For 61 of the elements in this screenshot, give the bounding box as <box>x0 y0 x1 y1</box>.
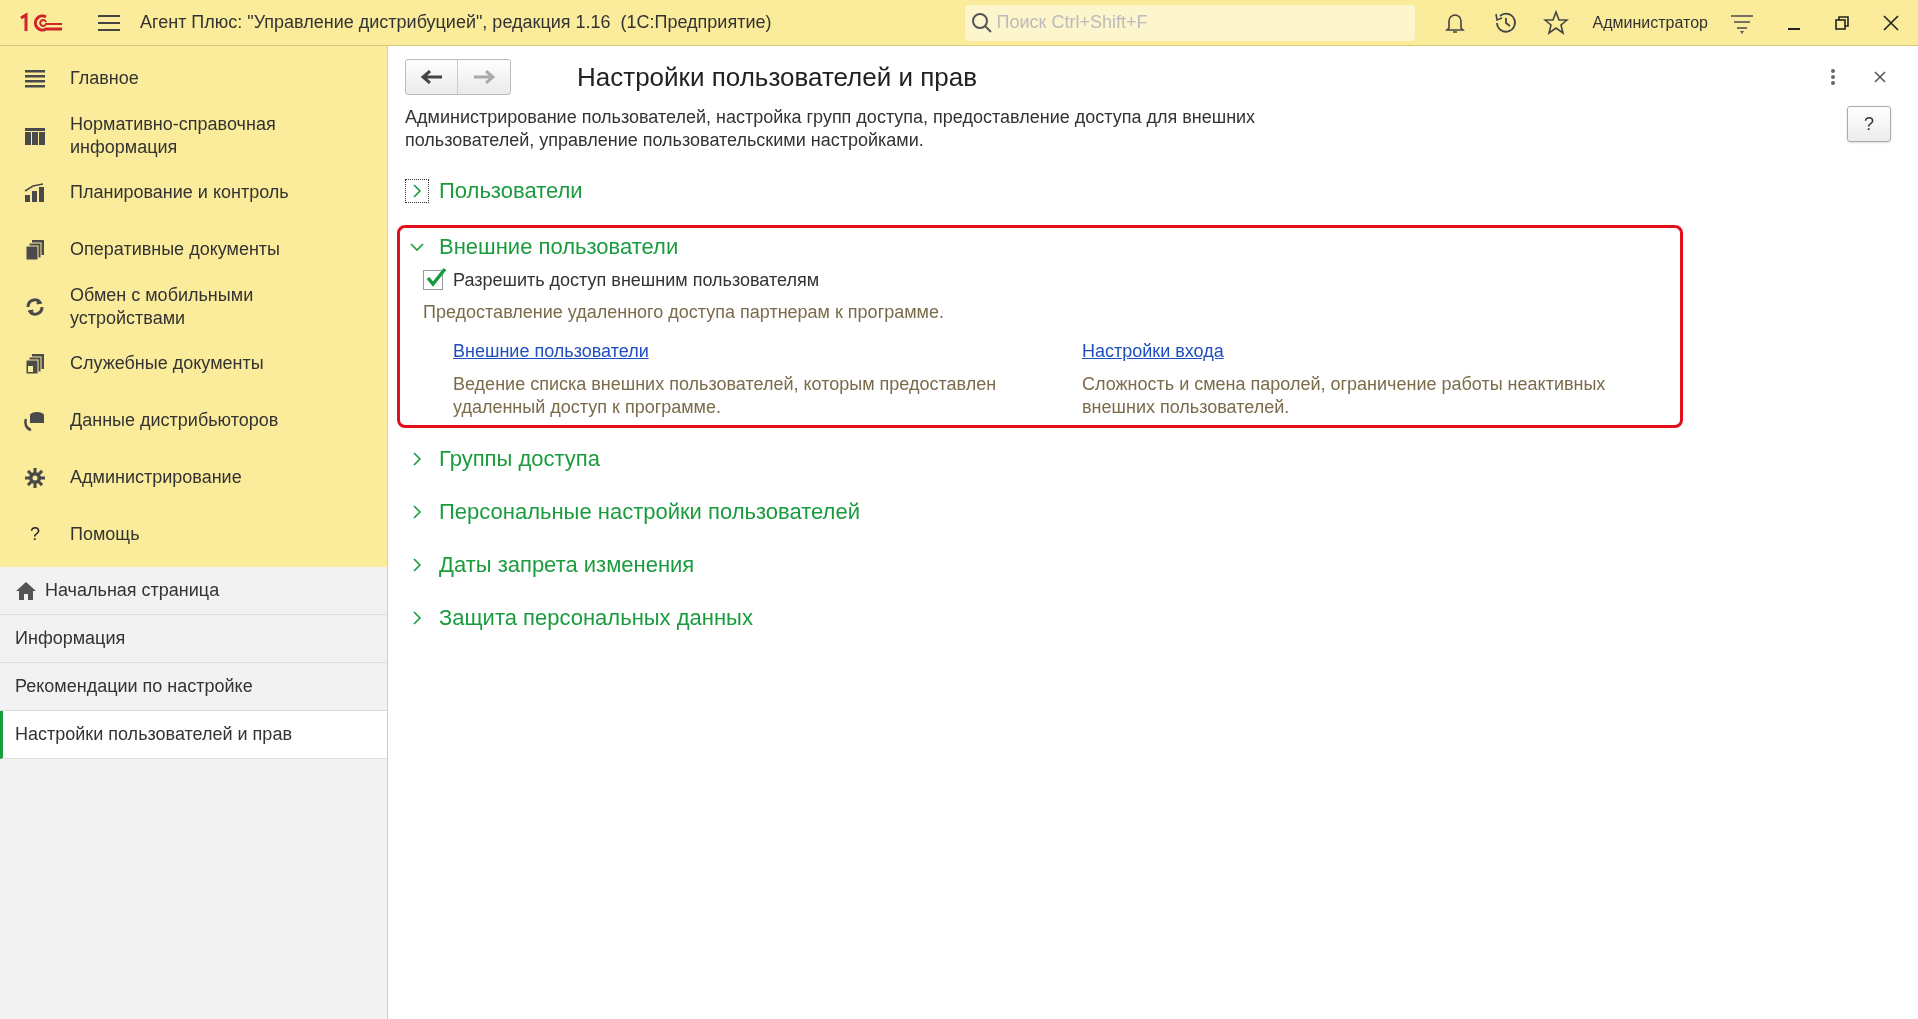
section-menu-item[interactable]: Планирование и контроль <box>0 164 387 221</box>
open-page-tab[interactable]: Настройки пользователей и прав <box>0 711 387 759</box>
group-note: Предоставление удаленного доступа партнерам к программе. <box>423 301 945 324</box>
right-arrow-icon <box>473 70 495 84</box>
section-menu-label: Обмен с мобильными устройствами <box>70 283 255 330</box>
form-title: Настройки пользователей и прав <box>577 60 978 94</box>
more-icon[interactable] <box>1830 68 1836 86</box>
help-glyph: ? <box>30 523 40 546</box>
help-button[interactable]: ? <box>1847 106 1891 142</box>
section-menu-label: Планирование и контроль <box>70 181 290 204</box>
menu-icon[interactable] <box>98 13 120 32</box>
settings-icon <box>23 465 47 490</box>
checkbox-row[interactable]: Разрешить доступ внешним пользователям <box>423 265 1675 295</box>
star-icon[interactable] <box>1542 9 1569 36</box>
section-menu-label: Служебные документы <box>70 352 265 375</box>
group-header[interactable]: Даты запрета изменения <box>405 546 695 583</box>
section-menu-item[interactable]: Главное <box>0 50 387 107</box>
section-menu-label: Оперативные документы <box>70 238 282 261</box>
open-page-tab[interactable]: Информация <box>0 615 387 663</box>
group-header[interactable]: Внешние пользователи <box>405 228 679 265</box>
link-description: Сложность и смена паролей, ограничение работы неактивных внешних пользователей. <box>1082 373 1607 419</box>
section-menu-item[interactable]: Нормативно-справочная информация <box>0 107 387 164</box>
section-menu-label: Нормативно-справочная информация <box>70 112 277 159</box>
window-title: Агент Плюс: "Управление дистрибуцией", редакция 1.16 (1С:Предприятие) <box>140 11 772 34</box>
section-menu-label: Помощь <box>70 523 141 546</box>
checkmark-icon <box>425 267 447 289</box>
chevron-right-icon <box>410 183 424 198</box>
section-menu-label: Данные дистрибьюторов <box>70 409 280 432</box>
search-field[interactable]: Поиск Ctrl+Shift+F <box>964 4 1415 41</box>
chevron-right-icon <box>410 610 424 625</box>
chevron-right-icon <box>410 451 424 466</box>
search-icon <box>970 11 993 34</box>
left-arrow-icon <box>420 70 443 84</box>
settings-link[interactable]: Настройки входа <box>1082 338 1224 365</box>
chevron-right-icon <box>410 504 424 519</box>
chevron-right-icon <box>410 557 424 572</box>
section-menu-item[interactable]: Обмен с мобильными устройствами <box>0 278 387 335</box>
section-menu-item[interactable]: ? Помощь <box>0 506 387 563</box>
section-menu-item[interactable]: Служебные документы <box>0 335 387 392</box>
bar-chart-icon <box>23 180 47 205</box>
open-page-tab[interactable]: Начальная страница <box>0 567 387 615</box>
close-icon[interactable] <box>1882 13 1900 32</box>
section-menu-item[interactable]: Оперативные документы <box>0 221 387 278</box>
documents-icon <box>23 237 47 262</box>
section-menu-label: Администрирование <box>70 466 243 489</box>
restore-icon[interactable] <box>1834 14 1850 31</box>
group-header[interactable]: Пользователи <box>405 172 583 209</box>
section-menu-label: Главное <box>70 67 140 90</box>
section-menu-item[interactable]: Данные дистрибьюторов <box>0 392 387 449</box>
close-icon[interactable] <box>1874 71 1886 83</box>
settings-link[interactable]: Внешние пользователи <box>453 338 649 365</box>
section-menu-item[interactable]: Администрирование <box>0 449 387 506</box>
home-icon <box>15 580 37 601</box>
user-name[interactable]: Администратор <box>1592 10 1708 35</box>
logo-icon <box>18 11 64 34</box>
group-header[interactable]: Группы доступа <box>405 440 600 477</box>
link-description: Ведение списка внешних пользователей, которым предоставлен удаленный доступ к программе. <box>453 373 998 419</box>
group-header[interactable]: Защита персональных данных <box>405 599 753 636</box>
group-header[interactable]: Персональные настройки пользователей <box>405 493 860 530</box>
documents-icon <box>23 351 47 376</box>
form-description: Администрирование пользователей, настройка групп доступа, предоставление доступа для внешних пользователей, управление пользовательскими настройками. <box>405 106 1257 152</box>
